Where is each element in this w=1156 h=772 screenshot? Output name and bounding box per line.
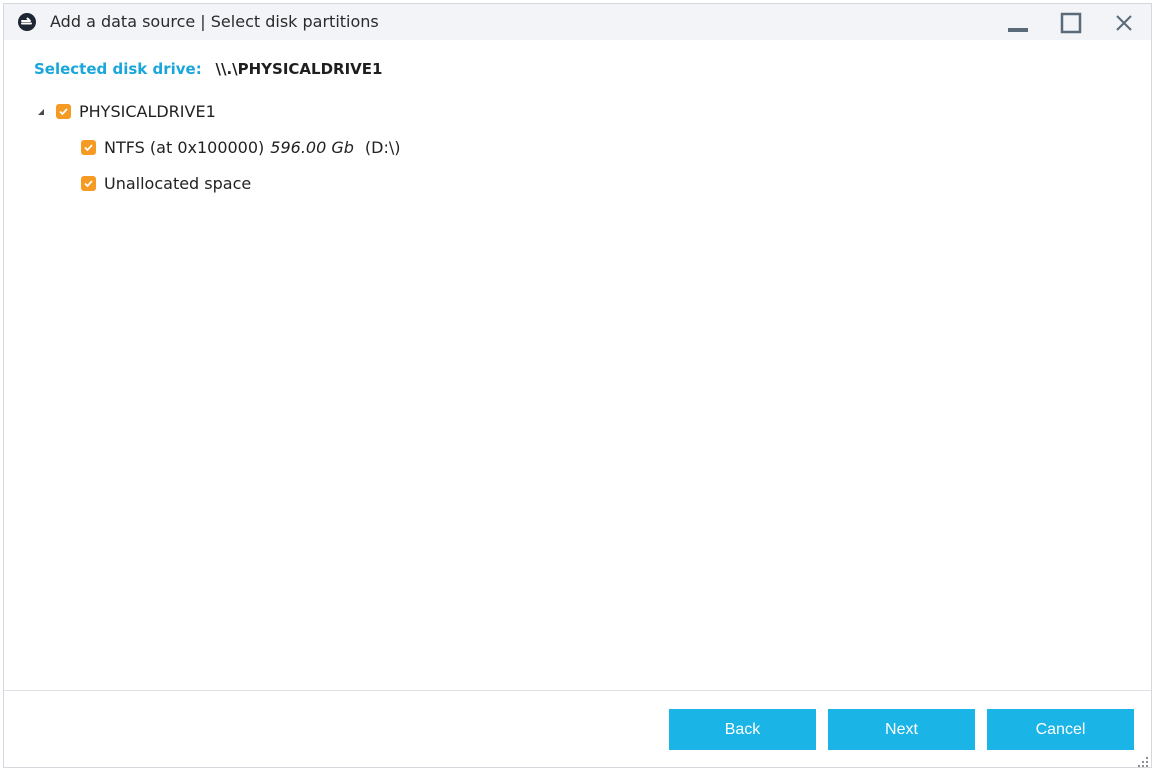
title-bar: Add a data source | Select disk partitio… [4, 4, 1151, 40]
partition-ntfs-checkbox[interactable] [81, 140, 96, 155]
cancel-button[interactable]: Cancel [987, 709, 1134, 750]
unallocated-label: Unallocated space [104, 174, 252, 193]
selected-drive-label: Selected disk drive: [34, 60, 202, 78]
resize-grip-icon[interactable] [1137, 753, 1149, 767]
next-button[interactable]: Next [828, 709, 975, 750]
partition-letter: (D:\) [364, 138, 401, 157]
tree-node-root[interactable]: PHYSICALDRIVE1 [36, 102, 216, 121]
maximize-icon [1060, 12, 1082, 34]
checkmark-icon [59, 108, 68, 116]
window-title: Add a data source | Select disk partitio… [50, 12, 379, 31]
tree-node-unallocated[interactable]: Unallocated space [81, 174, 251, 193]
minimize-button[interactable] [998, 8, 1038, 38]
collapse-triangle-icon[interactable] [36, 107, 46, 117]
dialog-window: Add a data source | Select disk partitio… [3, 3, 1152, 768]
partition-size: 596.00 Gb [270, 138, 354, 157]
back-button[interactable]: Back [669, 709, 816, 750]
unallocated-checkbox[interactable] [81, 176, 96, 191]
close-button[interactable] [1104, 8, 1144, 38]
tree-node-partition-ntfs[interactable]: NTFS (at 0x100000) 596.00 Gb (D:\) [81, 138, 401, 157]
checkmark-icon [84, 144, 93, 152]
close-icon [1116, 15, 1132, 31]
checkmark-icon [84, 180, 93, 188]
root-label: PHYSICALDRIVE1 [79, 102, 216, 121]
maximize-button[interactable] [1051, 8, 1091, 38]
app-logo-icon [17, 12, 37, 32]
minimize-icon [1008, 28, 1028, 32]
selected-drive-value: \\.\PHYSICALDRIVE1 [215, 60, 383, 78]
selected-drive-row: Selected disk drive: \\.\PHYSICALDRIVE1 [34, 60, 382, 78]
footer-divider [4, 690, 1151, 691]
partition-fs-label: NTFS (at 0x100000) [104, 138, 265, 157]
root-checkbox[interactable] [56, 104, 71, 119]
